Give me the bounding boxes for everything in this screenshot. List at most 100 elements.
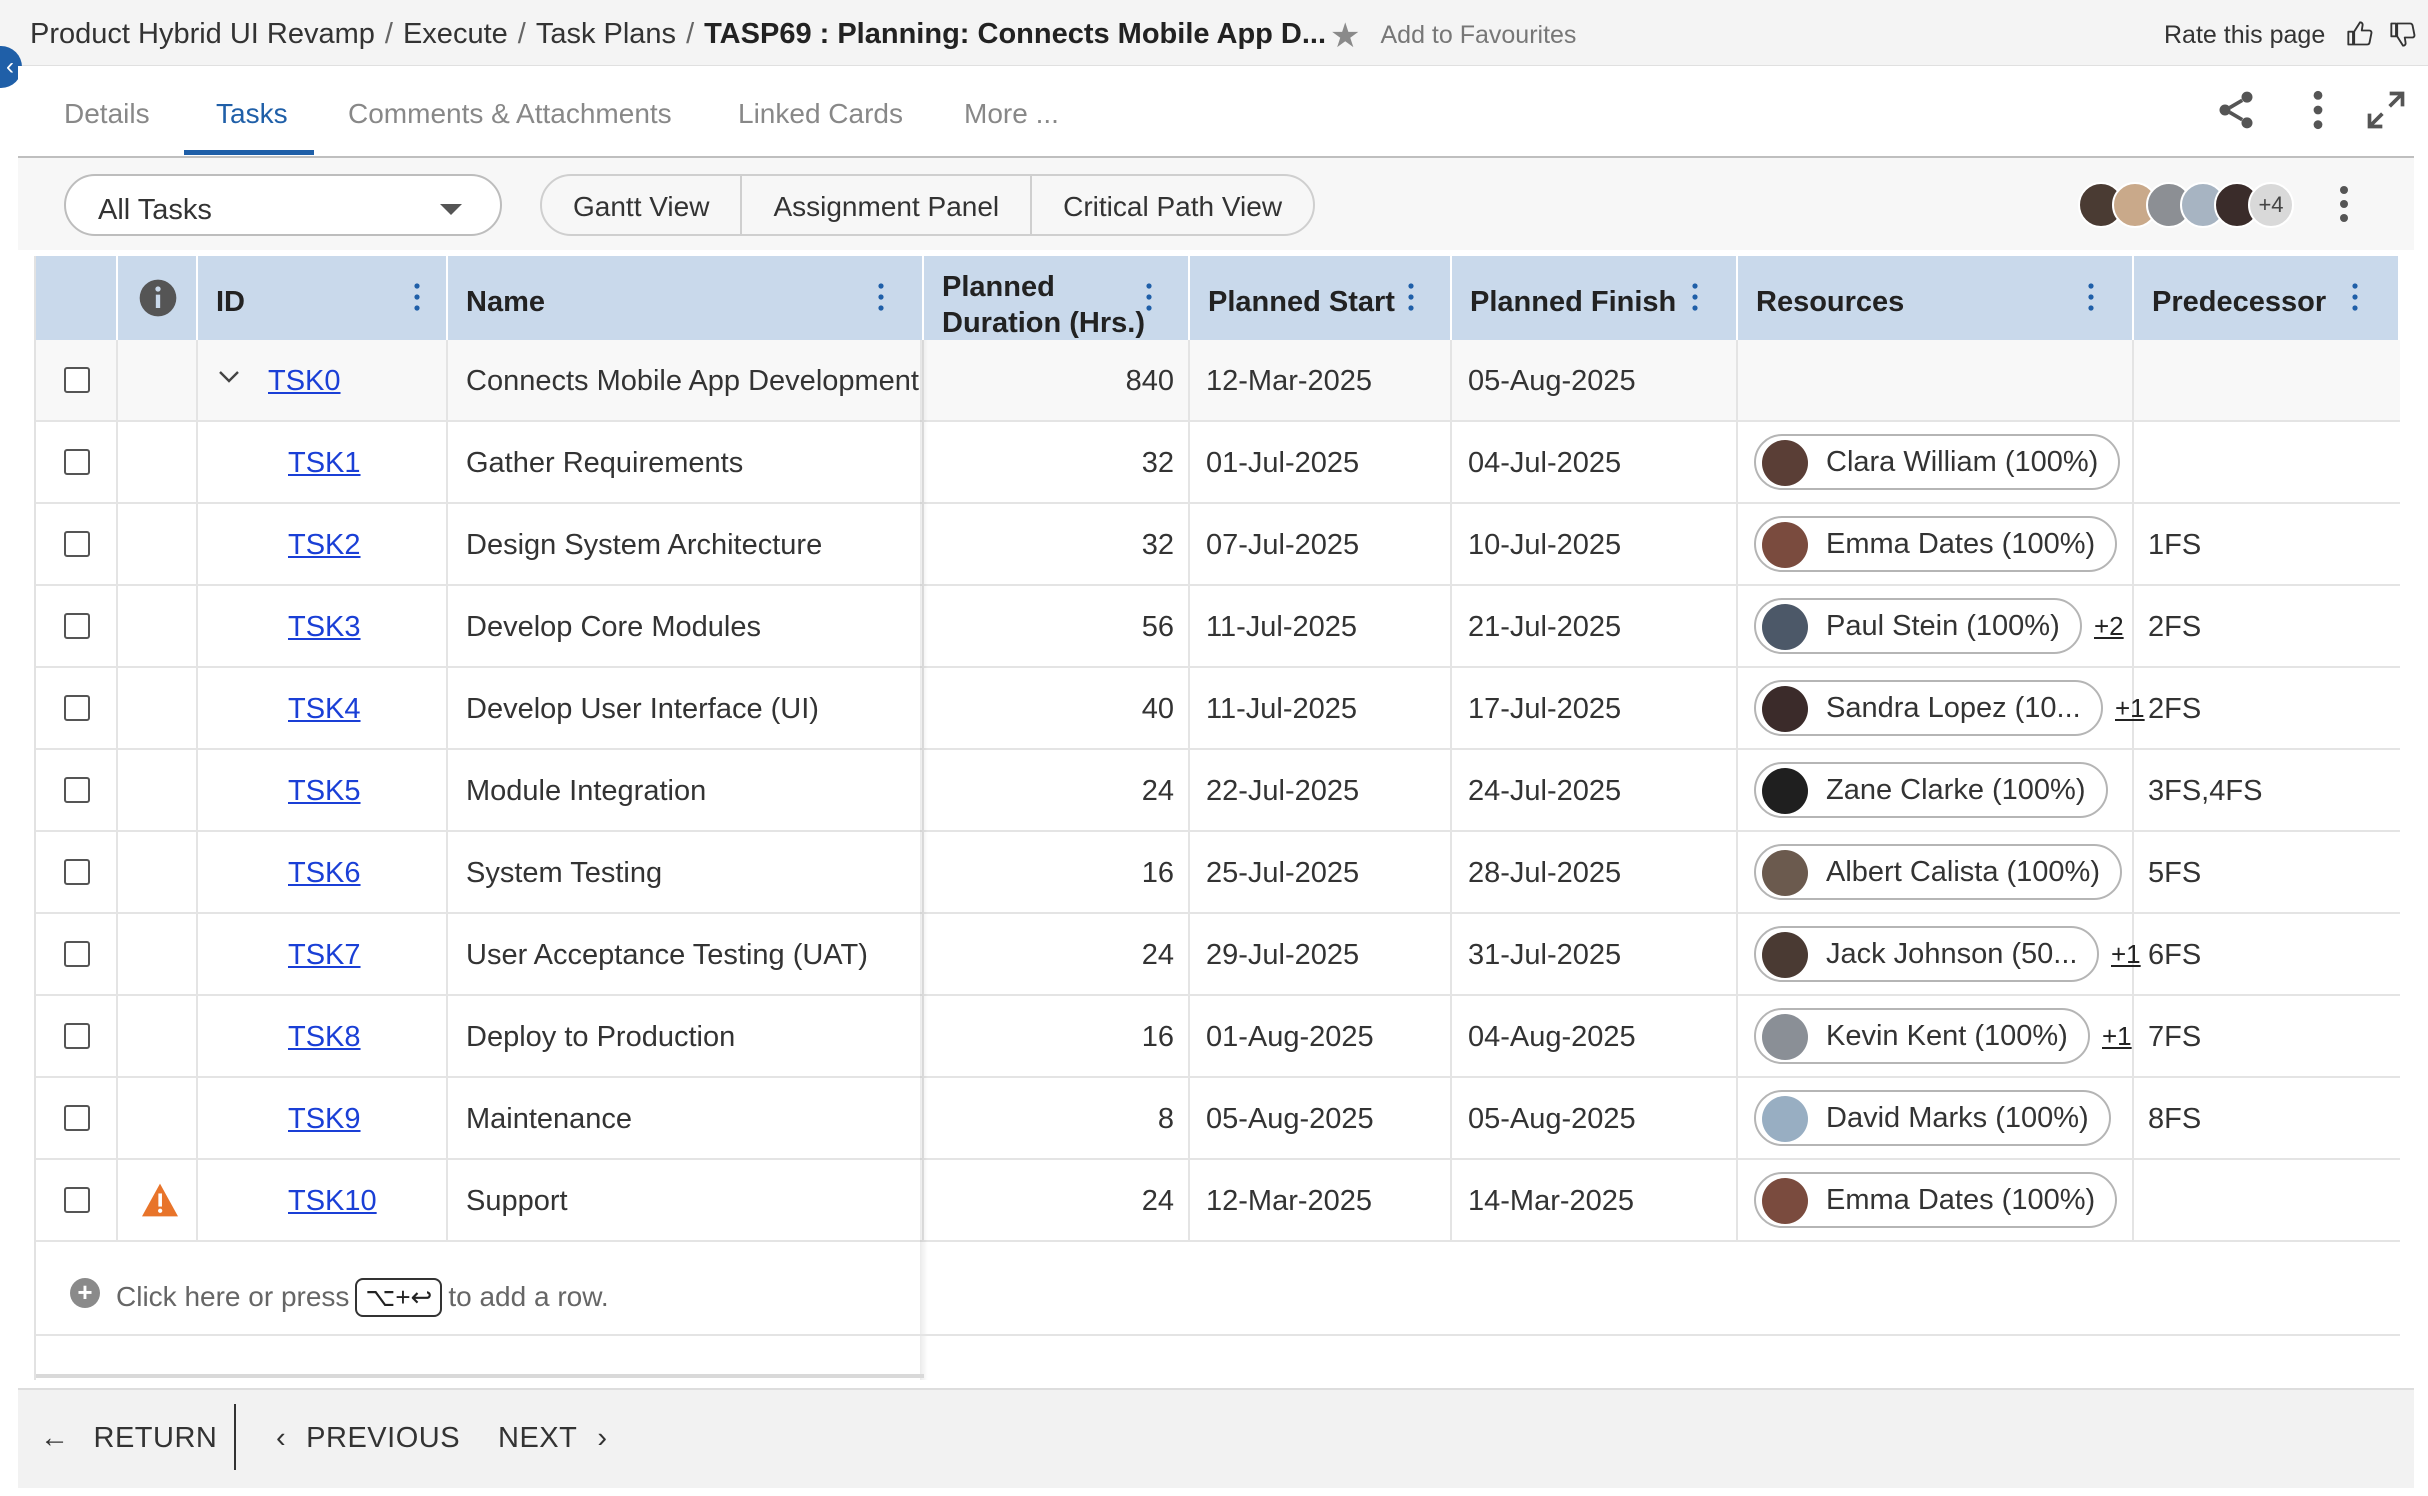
row-name-cell[interactable]: Gather Requirements <box>448 422 924 504</box>
row-start-cell[interactable]: 29-Jul-2025 <box>1190 914 1452 996</box>
tab-tasks[interactable]: Tasks <box>216 98 288 130</box>
row-checkbox[interactable] <box>64 1105 90 1131</box>
column-header-id[interactable]: ID <box>198 256 448 340</box>
table-row[interactable]: TSK1 Gather Requirements 32 01-Jul-2025 04-J… <box>36 422 2400 504</box>
resource-chip[interactable]: David Marks (100%) <box>1754 1090 2111 1146</box>
kebab-icon[interactable] <box>2338 184 2350 224</box>
row-resources-cell[interactable]: Emma Dates (100%) <box>1738 1160 2134 1242</box>
task-id-link[interactable]: TSK8 <box>288 1021 361 1054</box>
previous-button[interactable]: ‹ PREVIOUS <box>276 1422 460 1455</box>
row-duration-cell[interactable]: 24 <box>924 750 1190 832</box>
column-menu-icon[interactable] <box>1144 282 1154 312</box>
row-start-cell[interactable]: 01-Aug-2025 <box>1190 996 1452 1078</box>
tab-details[interactable]: Details <box>64 98 150 130</box>
row-predecessor-cell[interactable]: 2FS <box>2134 586 2400 668</box>
row-duration-cell[interactable]: 840 <box>924 340 1190 422</box>
row-finish-cell[interactable]: 05-Aug-2025 <box>1452 1078 1738 1160</box>
row-name-cell[interactable]: Develop Core Modules <box>448 586 924 668</box>
resource-chip[interactable]: Kevin Kent (100%) <box>1754 1008 2090 1064</box>
row-start-cell[interactable]: 05-Aug-2025 <box>1190 1078 1452 1160</box>
row-start-cell[interactable]: 07-Jul-2025 <box>1190 504 1452 586</box>
row-checkbox[interactable] <box>64 531 90 557</box>
row-name-cell[interactable]: Connects Mobile App Development <box>448 340 924 422</box>
gantt-view-button[interactable]: Gantt View <box>542 176 743 234</box>
row-start-cell[interactable]: 11-Jul-2025 <box>1190 586 1452 668</box>
row-resources-cell[interactable]: Zane Clarke (100%) <box>1738 750 2134 832</box>
column-menu-icon[interactable] <box>412 282 422 312</box>
task-id-link[interactable]: TSK9 <box>288 1103 361 1136</box>
row-duration-cell[interactable]: 16 <box>924 996 1190 1078</box>
row-checkbox[interactable] <box>64 695 90 721</box>
row-name-cell[interactable]: Deploy to Production <box>448 996 924 1078</box>
row-checkbox[interactable] <box>64 1023 90 1049</box>
row-name-cell[interactable]: System Testing <box>448 832 924 914</box>
row-name-cell[interactable]: User Acceptance Testing (UAT) <box>448 914 924 996</box>
row-predecessor-cell[interactable] <box>2134 422 2400 504</box>
avatars-more-count[interactable]: +4 <box>2248 182 2294 228</box>
row-checkbox[interactable] <box>64 367 90 393</box>
task-id-link[interactable]: TSK10 <box>288 1185 377 1218</box>
row-predecessor-cell[interactable] <box>2134 340 2400 422</box>
assignment-panel-button[interactable]: Assignment Panel <box>742 176 1033 234</box>
table-row[interactable]: TSK5 Module Integration 24 22-Jul-2025 24-Ju… <box>36 750 2400 832</box>
plus-circle-icon[interactable]: + <box>70 1278 100 1308</box>
column-header-resources[interactable]: Resources <box>1738 256 2134 340</box>
row-duration-cell[interactable]: 8 <box>924 1078 1190 1160</box>
row-start-cell[interactable]: 01-Jul-2025 <box>1190 422 1452 504</box>
warning-icon[interactable] <box>140 1182 180 1218</box>
add-to-favourites-button[interactable]: ★ Add to Favourites <box>1330 16 1576 56</box>
breadcrumb-item-task-plans[interactable]: Task Plans <box>536 18 676 50</box>
table-row[interactable]: TSK6 System Testing 16 25-Jul-2025 28-Jul-20… <box>36 832 2400 914</box>
row-name-cell[interactable]: Maintenance <box>448 1078 924 1160</box>
row-checkbox[interactable] <box>64 777 90 803</box>
table-row[interactable]: TSK8 Deploy to Production 16 01-Aug-2025 04-… <box>36 996 2400 1078</box>
row-resources-cell[interactable]: David Marks (100%) <box>1738 1078 2134 1160</box>
row-predecessor-cell[interactable]: 1FS <box>2134 504 2400 586</box>
critical-path-view-button[interactable]: Critical Path View <box>1032 176 1313 234</box>
expand-icon[interactable] <box>2364 88 2408 132</box>
row-predecessor-cell[interactable]: 2FS <box>2134 668 2400 750</box>
row-start-cell[interactable]: 22-Jul-2025 <box>1190 750 1452 832</box>
share-icon[interactable] <box>2214 88 2258 132</box>
row-resources-cell[interactable]: Clara William (100%) <box>1738 422 2134 504</box>
more-resources-link[interactable]: +1 <box>2102 1021 2132 1052</box>
row-finish-cell[interactable]: 04-Jul-2025 <box>1452 422 1738 504</box>
row-finish-cell[interactable]: 24-Jul-2025 <box>1452 750 1738 832</box>
table-row[interactable]: TSK10 Support 24 12-Mar-2025 14-Mar-2025 Emma… <box>36 1160 2400 1242</box>
row-predecessor-cell[interactable]: 3FS,4FS <box>2134 750 2400 832</box>
row-checkbox[interactable] <box>64 859 90 885</box>
row-duration-cell[interactable]: 24 <box>924 1160 1190 1242</box>
chevron-down-icon[interactable] <box>218 370 240 384</box>
row-finish-cell[interactable]: 04-Aug-2025 <box>1452 996 1738 1078</box>
task-id-link[interactable]: TSK7 <box>288 939 361 972</box>
row-duration-cell[interactable]: 40 <box>924 668 1190 750</box>
row-resources-cell[interactable]: Sandra Lopez (10... +1 <box>1738 668 2145 750</box>
row-name-cell[interactable]: Develop User Interface (UI) <box>448 668 924 750</box>
resource-chip[interactable]: Sandra Lopez (10... <box>1754 680 2103 736</box>
row-resources-cell[interactable]: Albert Calista (100%) <box>1738 832 2134 914</box>
table-row[interactable]: TSK3 Develop Core Modules 56 11-Jul-2025 21-… <box>36 586 2400 668</box>
row-finish-cell[interactable]: 05-Aug-2025 <box>1452 340 1738 422</box>
row-resources-cell[interactable]: Paul Stein (100%) +2 <box>1738 586 2134 668</box>
task-id-link[interactable]: TSK5 <box>288 775 361 808</box>
row-predecessor-cell[interactable] <box>2134 1160 2400 1242</box>
row-resources-cell[interactable]: Kevin Kent (100%) +1 <box>1738 996 2134 1078</box>
row-resources-cell[interactable]: Emma Dates (100%) <box>1738 504 2134 586</box>
row-duration-cell[interactable]: 16 <box>924 832 1190 914</box>
row-finish-cell[interactable]: 31-Jul-2025 <box>1452 914 1738 996</box>
row-predecessor-cell[interactable]: 6FS <box>2134 914 2400 996</box>
resource-chip[interactable]: Jack Johnson (50... <box>1754 926 2100 982</box>
row-start-cell[interactable]: 12-Mar-2025 <box>1190 340 1452 422</box>
column-header-planned-finish[interactable]: Planned Finish <box>1452 256 1738 340</box>
table-row[interactable]: TSK0 Connects Mobile App Development 840 12… <box>36 340 2400 422</box>
row-name-cell[interactable]: Design System Architecture <box>448 504 924 586</box>
resource-chip[interactable]: Emma Dates (100%) <box>1754 516 2118 572</box>
row-finish-cell[interactable]: 10-Jul-2025 <box>1452 504 1738 586</box>
row-resources-cell[interactable] <box>1738 340 2134 422</box>
column-menu-icon[interactable] <box>2086 282 2096 312</box>
row-start-cell[interactable]: 11-Jul-2025 <box>1190 668 1452 750</box>
row-predecessor-cell[interactable]: 8FS <box>2134 1078 2400 1160</box>
column-header-duration[interactable]: Planned Duration (Hrs.) <box>924 256 1190 340</box>
thumbs-up-icon[interactable] <box>2346 20 2374 48</box>
resource-chip[interactable]: Clara William (100%) <box>1754 434 2121 490</box>
